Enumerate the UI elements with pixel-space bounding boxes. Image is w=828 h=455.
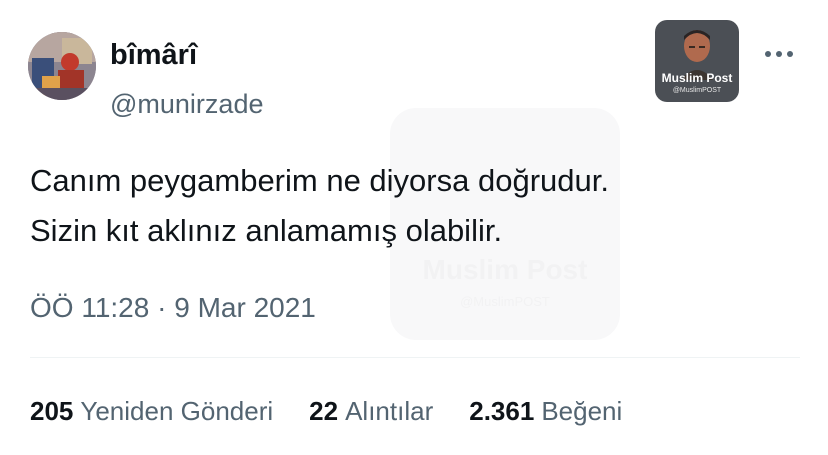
- quotes-label: Alıntılar: [345, 396, 434, 426]
- retweets-count: 205: [30, 396, 74, 426]
- likes-count: 2.361: [469, 396, 535, 426]
- more-horizontal-icon-dot: [787, 51, 793, 57]
- tweet-timestamp[interactable]: ÖÖ 11:28 · 9 Mar 2021: [30, 290, 316, 326]
- watermark-subtitle: @MuslimPOST: [672, 87, 722, 94]
- tweet-text: Canım peygamberim ne diyorsa doğrudur. S…: [30, 156, 609, 256]
- tweet-line: Sizin kıt aklınız anlamamış olabilir.: [30, 213, 503, 248]
- avatar[interactable]: [28, 32, 96, 100]
- retweets-label: Yeniden Gönderi: [80, 396, 274, 426]
- watermark-logo: Muslim Post @MuslimPOST: [655, 20, 739, 102]
- retweets-stat[interactable]: 205 Yeniden Gönderi: [30, 394, 273, 428]
- more-options-button[interactable]: [758, 42, 800, 66]
- quotes-count: 22: [309, 396, 339, 426]
- quotes-stat[interactable]: 22 Alıntılar: [309, 394, 433, 428]
- background-watermark-subtitle: @MuslimPOST: [460, 294, 550, 309]
- user-handle[interactable]: @munirzade: [110, 88, 263, 120]
- avatar-image: [28, 32, 96, 100]
- engagement-stats: 205 Yeniden Gönderi 22 Alıntılar 2.361 B…: [30, 394, 658, 428]
- more-horizontal-icon-dot: [776, 51, 782, 57]
- tweet-line: Canım peygamberim ne diyorsa doğrudur.: [30, 163, 609, 198]
- background-watermark-title: Muslim Post: [422, 254, 588, 285]
- watermark-title: Muslim Post: [661, 71, 733, 85]
- likes-label: Beğeni: [541, 396, 623, 426]
- more-horizontal-icon-dot: [765, 51, 771, 57]
- display-name[interactable]: bîmârî: [110, 38, 197, 72]
- likes-stat[interactable]: 2.361 Beğeni: [469, 394, 622, 428]
- divider: [30, 357, 800, 358]
